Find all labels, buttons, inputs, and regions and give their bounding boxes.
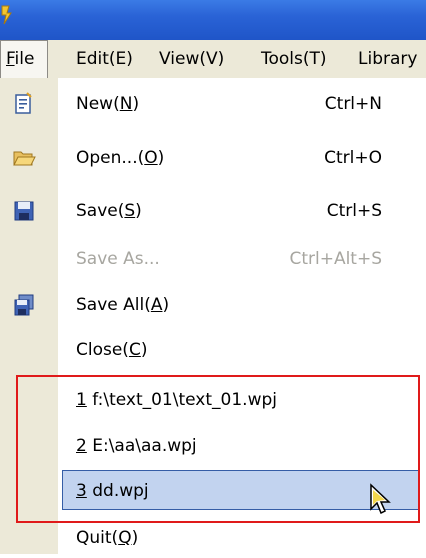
save-disk-icon: [14, 201, 34, 221]
menu-item-save-as-shortcut: Ctrl+Alt+S: [289, 249, 382, 269]
open-folder-icon: [13, 151, 36, 166]
menu-view-label: View(V): [159, 49, 225, 69]
menu-item-save-all-label: Save All(A): [76, 295, 170, 315]
menu-item-new[interactable]: New(N) Ctrl+N: [0, 84, 426, 124]
menu-item-save-as: Save As... Ctrl+Alt+S: [0, 239, 426, 279]
title-bar: [0, 0, 426, 40]
annotation-highlight-box: [16, 375, 420, 523]
menu-file-label: File: [6, 49, 35, 69]
menu-item-save[interactable]: Save(S) Ctrl+S: [0, 191, 426, 231]
menu-library-label: Library: [358, 49, 418, 69]
menu-edit-label: Edit(E): [76, 49, 133, 69]
menu-library[interactable]: Library: [358, 40, 417, 78]
menu-item-open-label: Open...(O): [76, 148, 165, 168]
mouse-cursor-icon: [370, 483, 391, 515]
new-file-icon: [15, 92, 32, 114]
menu-item-close-label: Close(C): [76, 340, 148, 360]
app-icon: [1, 5, 12, 25]
menu-item-save-label: Save(S): [76, 201, 142, 221]
menu-item-new-shortcut: Ctrl+N: [324, 94, 382, 114]
save-all-icon: [14, 294, 34, 316]
menu-item-save-as-label: Save As...: [76, 249, 160, 269]
menu-item-new-label: New(N): [76, 94, 140, 114]
menu-item-close[interactable]: Close(C): [0, 330, 426, 370]
menu-item-open[interactable]: Open...(O) Ctrl+O: [0, 138, 426, 178]
menu-view[interactable]: View(V): [159, 40, 224, 78]
menu-item-quit-label: Quit(Q): [76, 528, 139, 548]
menu-file[interactable]: File: [0, 40, 48, 78]
menu-item-open-shortcut: Ctrl+O: [324, 148, 382, 168]
menu-bar: File Edit(E) View(V) Tools(T) Library: [0, 40, 426, 79]
menu-item-save-shortcut: Ctrl+S: [326, 201, 382, 221]
menu-tools[interactable]: Tools(T): [261, 40, 327, 78]
menu-item-quit[interactable]: Quit(Q): [0, 518, 426, 558]
menu-tools-label: Tools(T): [261, 49, 327, 69]
menu-item-save-all[interactable]: Save All(A): [0, 285, 426, 325]
menu-edit[interactable]: Edit(E): [76, 40, 133, 78]
